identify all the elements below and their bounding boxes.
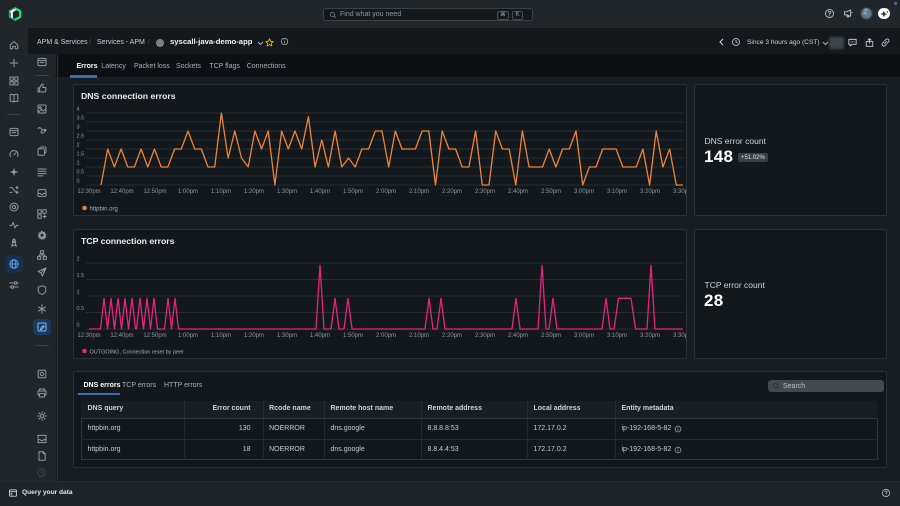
svg-text:2:40pm: 2:40pm (508, 333, 528, 339)
svg-text:1:00pm: 1:00pm (178, 333, 198, 339)
svg-text:2:00pm: 2:00pm (376, 333, 396, 339)
svg-text:1:50pm: 1:50pm (343, 189, 363, 195)
svg-text:12:50pm: 12:50pm (143, 333, 166, 339)
svg-text:3:20pm: 3:20pm (640, 333, 660, 339)
svg-text:1: 1 (77, 290, 80, 296)
svg-text:1:20pm: 1:20pm (244, 333, 264, 339)
svg-text:2:20pm: 2:20pm (442, 333, 462, 339)
svg-text:0.5: 0.5 (77, 306, 85, 312)
svg-text:3.5: 3.5 (77, 116, 85, 122)
svg-text:1.5: 1.5 (77, 273, 85, 279)
svg-text:3:00pm: 3:00pm (574, 189, 594, 195)
svg-text:12:50pm: 12:50pm (143, 189, 166, 195)
svg-text:2:30pm: 2:30pm (475, 189, 495, 195)
svg-text:2: 2 (77, 143, 80, 149)
svg-text:1:50pm: 1:50pm (343, 333, 363, 339)
svg-text:3:00pm: 3:00pm (574, 333, 594, 339)
svg-text:1:10pm: 1:10pm (211, 333, 231, 339)
svg-text:2:50pm: 2:50pm (541, 189, 561, 195)
svg-text:3:30pm: 3:30pm (673, 189, 687, 195)
svg-text:0: 0 (77, 323, 80, 329)
svg-text:12:30pm: 12:30pm (77, 189, 100, 195)
svg-text:3:10pm: 3:10pm (607, 189, 627, 195)
svg-text:1:40pm: 1:40pm (310, 189, 330, 195)
svg-text:1:40pm: 1:40pm (310, 333, 330, 339)
svg-text:2:50pm: 2:50pm (541, 333, 561, 339)
svg-text:3: 3 (77, 125, 80, 131)
svg-text:3:10pm: 3:10pm (607, 333, 627, 339)
svg-text:12:40pm: 12:40pm (110, 333, 133, 339)
svg-text:2:10pm: 2:10pm (409, 189, 429, 195)
svg-text:2: 2 (77, 257, 80, 263)
svg-text:1:00pm: 1:00pm (178, 189, 198, 195)
svg-text:0: 0 (77, 179, 80, 185)
svg-text:1:30pm: 1:30pm (277, 333, 297, 339)
svg-text:3:30pm: 3:30pm (673, 333, 687, 339)
svg-text:4: 4 (77, 107, 80, 113)
svg-text:2:00pm: 2:00pm (376, 189, 396, 195)
svg-text:3:20pm: 3:20pm (640, 189, 660, 195)
svg-text:2:20pm: 2:20pm (442, 189, 462, 195)
svg-text:2:30pm: 2:30pm (475, 333, 495, 339)
svg-text:12:40pm: 12:40pm (110, 189, 133, 195)
svg-text:1:10pm: 1:10pm (211, 189, 231, 195)
svg-text:DNS connection errors: DNS connection errors (81, 91, 176, 101)
svg-text:1:20pm: 1:20pm (244, 189, 264, 195)
svg-text:0.5: 0.5 (77, 170, 85, 176)
svg-text:TCP connection errors: TCP connection errors (81, 236, 175, 246)
svg-text:httpbin.org: httpbin.org (90, 207, 118, 213)
svg-text:1.5: 1.5 (77, 152, 85, 158)
svg-text:OUTGOING, Connection reset by: OUTGOING, Connection reset by peer (90, 350, 185, 356)
svg-text:1: 1 (77, 161, 80, 167)
svg-text:2:10pm: 2:10pm (409, 333, 429, 339)
svg-text:12:30pm: 12:30pm (77, 333, 100, 339)
svg-text:1:30pm: 1:30pm (277, 189, 297, 195)
svg-text:2:40pm: 2:40pm (508, 189, 528, 195)
svg-text:2.5: 2.5 (77, 134, 85, 140)
